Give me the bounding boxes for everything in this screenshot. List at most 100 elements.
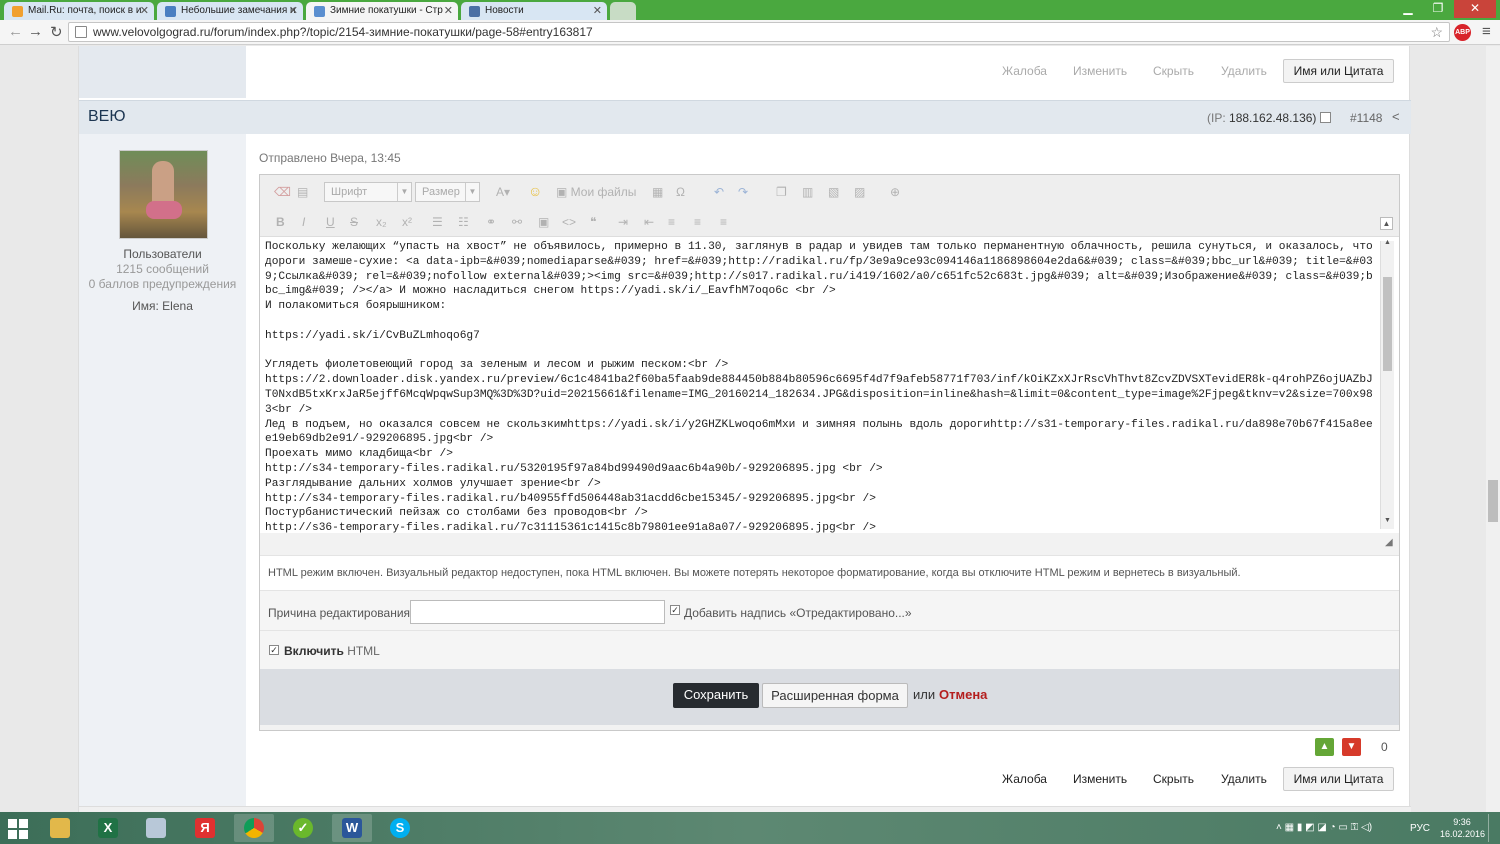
align-center-icon[interactable]: ≡ — [694, 215, 701, 229]
bold-icon[interactable]: B — [276, 215, 285, 229]
superscript-icon[interactable]: x² — [402, 215, 412, 229]
tab-vk-news[interactable]: Новости ✕ — [461, 2, 607, 20]
reload-icon[interactable]: ↻ — [50, 23, 63, 41]
url-field[interactable]: www.velovolgograd.ru/forum/index.php?/to… — [68, 22, 1450, 42]
post-number-link[interactable]: #1148 — [1350, 111, 1382, 125]
taskbar-yandex-icon[interactable]: Я — [185, 814, 225, 842]
avatar[interactable] — [119, 150, 208, 239]
close-tab-icon[interactable]: ✕ — [593, 2, 602, 20]
save-button[interactable]: Сохранить — [673, 683, 759, 708]
new-tab-button[interactable] — [610, 2, 636, 20]
add-edited-checkbox[interactable]: ✓ — [670, 605, 680, 615]
share-icon[interactable]: < — [1392, 109, 1400, 124]
close-window-icon[interactable]: ✕ — [1454, 0, 1496, 18]
taskbar-word-icon[interactable]: W — [332, 814, 372, 842]
delete-link[interactable]: Удалить — [1221, 64, 1267, 78]
bookmark-star-icon[interactable]: ☆ — [1430, 23, 1443, 41]
cancel-link[interactable]: Отмена — [939, 687, 987, 702]
quote-button[interactable]: Имя или Цитата — [1283, 59, 1394, 83]
source-icon[interactable]: ▤ — [297, 185, 308, 199]
paste-word-icon[interactable]: ▨ — [854, 185, 865, 199]
vote-up-icon[interactable]: ▲ — [1315, 738, 1334, 756]
vote-down-icon[interactable]: ▼ — [1342, 738, 1361, 756]
align-right-icon[interactable]: ≡ — [720, 215, 727, 229]
italic-icon[interactable]: I — [302, 215, 305, 229]
scroll-up-icon[interactable]: ▲ — [1384, 239, 1391, 246]
subscript-icon[interactable]: x₂ — [376, 215, 387, 229]
extended-form-button[interactable]: Расширенная форма — [762, 683, 908, 708]
bullet-list-icon[interactable]: ☰ — [432, 215, 443, 229]
taskbar-utorrent-icon[interactable]: ✓ — [283, 814, 323, 842]
author-name[interactable]: ВЕЮ — [88, 108, 126, 126]
tab-remarks[interactable]: Небольшие замечания и ✕ — [157, 2, 303, 20]
undo-icon[interactable]: ↶ — [714, 185, 724, 199]
quote-button[interactable]: Имя или Цитата — [1283, 767, 1394, 791]
html-source-textarea[interactable]: Поскольку желающих “упасть на хвост” не … — [260, 237, 1399, 533]
redo-icon[interactable]: ↷ — [738, 185, 748, 199]
taskbar-chrome-icon[interactable] — [234, 814, 274, 842]
select-post-checkbox[interactable] — [1320, 112, 1331, 123]
find-icon[interactable]: ⊕ — [890, 185, 900, 199]
edit-reason-input[interactable] — [410, 600, 665, 624]
code-tag-icon[interactable]: <> — [562, 215, 576, 229]
indent-icon[interactable]: ⇥ — [618, 215, 628, 229]
page-scrollbar-thumb[interactable] — [1488, 480, 1498, 522]
scrollbar-thumb[interactable] — [1383, 277, 1392, 371]
size-select[interactable]: Размер ▼ — [415, 182, 480, 202]
strikethrough-icon[interactable]: S — [350, 215, 358, 229]
taskbar-skype-icon[interactable]: S — [380, 814, 420, 842]
edit-link[interactable]: Изменить — [1073, 772, 1127, 786]
image-icon[interactable]: ▣ — [538, 215, 549, 229]
browser-menu-icon[interactable]: ≡ — [1482, 23, 1491, 40]
close-tab-icon[interactable]: ✕ — [140, 2, 149, 20]
outdent-icon[interactable]: ⇤ — [644, 215, 654, 229]
paste-text-icon[interactable]: ▧ — [828, 185, 839, 199]
add-edited-label[interactable]: Добавить надпись «Отредактировано...» — [684, 606, 912, 620]
system-clock[interactable]: 9:36 16.02.2016 — [1440, 816, 1485, 840]
tab-winter-rides[interactable]: Зимние покатушки - Стр ✕ — [306, 2, 458, 20]
show-desktop-button[interactable] — [1488, 814, 1498, 842]
complaint-link[interactable]: Жалоба — [1002, 772, 1047, 786]
close-tab-icon[interactable]: ✕ — [444, 2, 453, 20]
enable-html-label[interactable]: Включить HTML — [284, 644, 380, 658]
emoticon-icon[interactable]: ☺ — [528, 184, 542, 198]
delete-link[interactable]: Удалить — [1221, 772, 1267, 786]
forward-icon[interactable]: → — [28, 23, 43, 40]
page-scrollbar[interactable] — [1486, 46, 1500, 812]
code-icon[interactable]: ▦ — [652, 185, 663, 199]
align-left-icon[interactable]: ≡ — [668, 215, 675, 229]
tab-mailru[interactable]: Mail.Ru: почта, поиск в и ✕ — [4, 2, 154, 20]
text-color-icon[interactable]: A▾ — [496, 185, 510, 199]
paste-icon[interactable]: ▥ — [802, 185, 813, 199]
scroll-down-icon[interactable]: ▼ — [1384, 517, 1391, 524]
taskbar-excel-icon[interactable]: X — [88, 814, 128, 842]
windows-start-icon[interactable] — [8, 819, 28, 839]
edit-link[interactable]: Изменить — [1073, 64, 1127, 78]
font-select[interactable]: Шрифт ▼ — [324, 182, 412, 202]
complaint-link[interactable]: Жалоба — [1002, 64, 1047, 78]
textarea-scrollbar[interactable]: ▲ ▼ — [1380, 239, 1394, 529]
adblock-icon[interactable]: ABP — [1454, 24, 1471, 41]
link-icon[interactable]: ⚭ — [486, 215, 496, 229]
ip-value[interactable]: 188.162.48.136) — [1229, 111, 1316, 125]
unlink-icon[interactable]: ⚯ — [512, 215, 522, 229]
taskbar-explorer-icon[interactable] — [40, 814, 80, 842]
back-icon[interactable]: ← — [8, 23, 23, 40]
resize-handle-icon[interactable]: ◢ — [1385, 537, 1393, 548]
special-chars-icon[interactable]: Ω — [676, 185, 685, 199]
remove-format-icon[interactable]: ⌫ — [274, 185, 291, 199]
numbered-list-icon[interactable]: ☷ — [458, 215, 469, 229]
copy-icon[interactable]: ❐ — [776, 185, 787, 199]
close-tab-icon[interactable]: ✕ — [289, 2, 298, 20]
hide-link[interactable]: Скрыть — [1153, 772, 1194, 786]
restore-icon[interactable]: ❐ — [1424, 0, 1452, 18]
underline-icon[interactable]: U — [326, 215, 335, 229]
my-files-button[interactable]: ▣ Мои файлы — [556, 185, 636, 199]
language-indicator[interactable]: РУС — [1410, 823, 1430, 834]
taskbar-calculator-icon[interactable] — [136, 814, 176, 842]
minimize-icon[interactable]: ▁ — [1394, 0, 1422, 18]
system-tray-icons[interactable]: ˄ ▦ ▮ ◩ ◪ ◔ ▭ ⚿ ◁) — [1276, 822, 1372, 833]
hide-link[interactable]: Скрыть — [1153, 64, 1194, 78]
enable-html-checkbox[interactable]: ✓ — [269, 645, 279, 655]
quote-icon[interactable]: ❝ — [590, 215, 596, 229]
